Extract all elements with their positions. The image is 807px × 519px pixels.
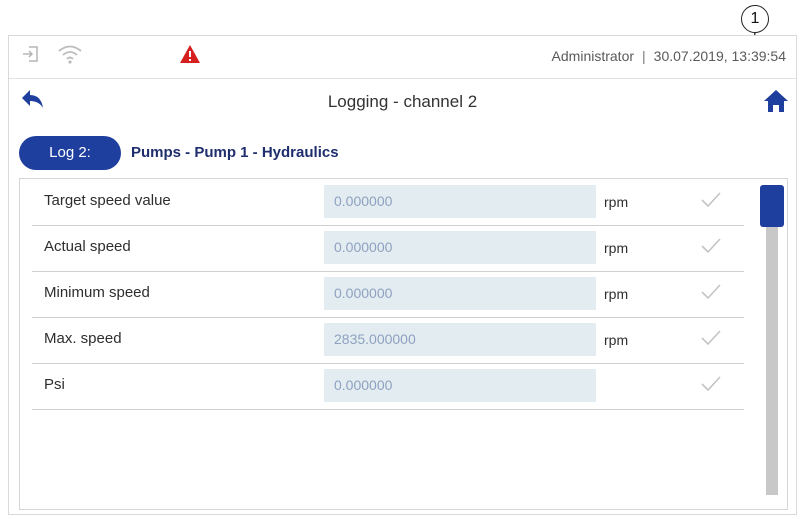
checkmark-icon[interactable] <box>700 237 722 255</box>
value-field[interactable] <box>324 323 596 356</box>
unit-label: rpm <box>604 332 629 348</box>
scrollbar-thumb[interactable] <box>760 185 784 227</box>
table-row-target-speed-value: Target speed value rpm <box>32 179 744 226</box>
log-path: Pumps - Pump 1 - Hydraulics <box>131 144 339 161</box>
row-label: Psi <box>44 376 65 393</box>
row-label: Actual speed <box>44 238 131 255</box>
status-divider <box>9 78 796 79</box>
checkmark-icon[interactable] <box>700 283 722 301</box>
unit-label: rpm <box>604 194 629 210</box>
warning-triangle-icon[interactable] <box>179 44 201 69</box>
login-icon[interactable] <box>21 44 41 69</box>
table-row-actual-speed: Actual speed rpm <box>32 225 744 272</box>
row-label: Target speed value <box>44 192 171 209</box>
unit-label: rpm <box>604 286 629 302</box>
row-label: Minimum speed <box>44 284 150 301</box>
status-separator: | <box>642 48 646 64</box>
app-window: Administrator | 30.07.2019, 13:39:54 Loggi… <box>8 35 797 515</box>
datetime: 30.07.2019, 13:39:54 <box>653 48 786 64</box>
value-field[interactable] <box>324 277 596 310</box>
checkmark-icon[interactable] <box>700 329 722 347</box>
wifi-icon <box>57 44 83 69</box>
value-field[interactable] <box>324 185 596 218</box>
user-name: Administrator <box>551 48 635 64</box>
table-row-minimum-speed: Minimum speed rpm <box>32 271 744 318</box>
log-channel-button[interactable]: Log 2: <box>19 136 121 170</box>
checkmark-icon[interactable] <box>700 375 722 393</box>
home-icon <box>764 90 788 112</box>
logging-table: Target speed valuerpmActual speedrpmMini… <box>19 178 788 510</box>
table-row-max-speed: Max. speed rpm <box>32 317 744 364</box>
value-field[interactable] <box>324 369 596 402</box>
page-title: Logging - channel 2 <box>327 92 478 111</box>
home-button[interactable] <box>762 88 790 114</box>
status-bar: Administrator | 30.07.2019, 13:39:54 <box>9 36 796 78</box>
value-field[interactable] <box>324 231 596 264</box>
checkmark-icon[interactable] <box>700 191 722 209</box>
status-info: Administrator | 30.07.2019, 13:39:54 <box>552 48 786 64</box>
table-row-psi: Psi <box>32 363 744 410</box>
row-label: Max. speed <box>44 330 122 347</box>
scrollbar-track[interactable] <box>766 185 778 495</box>
unit-label: rpm <box>604 240 629 256</box>
